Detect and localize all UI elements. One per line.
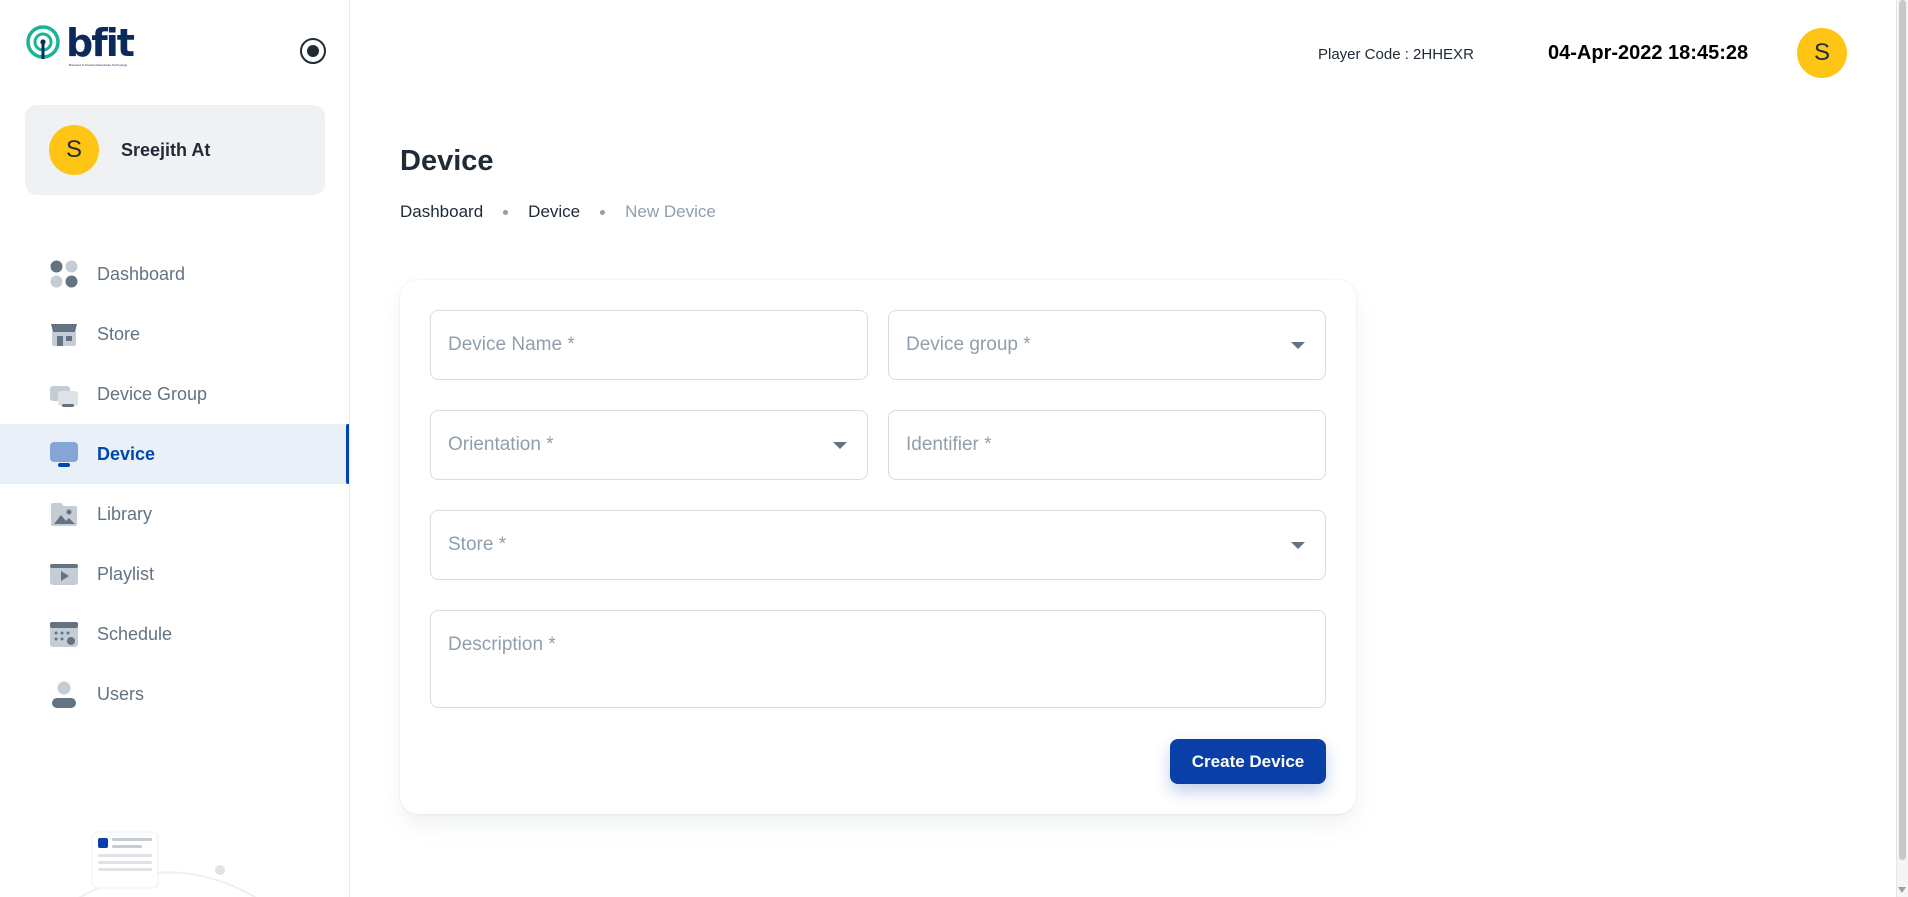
new-device-form: Device Name * Device group * Orientation…: [400, 280, 1356, 814]
sidebar-item-label: Users: [97, 683, 145, 704]
page-scrollbar[interactable]: [1896, 0, 1908, 897]
identifier-field[interactable]: Identifier *: [888, 410, 1326, 480]
breadcrumb-separator: [503, 209, 509, 215]
sidebar-item-label: Dashboard: [97, 263, 186, 284]
create-device-button[interactable]: Create Device: [1170, 739, 1326, 784]
player-code: Player Code : 2HHEXR: [1318, 46, 1474, 63]
sidebar: bfit Business & Fiscal Infrastructure Te…: [0, 0, 350, 897]
current-datetime: 04-Apr-2022 18:45:28: [1548, 42, 1749, 64]
account-card[interactable]: S Sreejith At: [25, 105, 325, 195]
device-group-icon: [50, 386, 78, 407]
sidebar-nav: Dashboard Store Device Group Device Libr…: [0, 244, 349, 724]
breadcrumb-separator: [600, 209, 606, 215]
scrollbar-thumb[interactable]: [1899, 0, 1906, 860]
breadcrumb: Dashboard Device New Device: [400, 202, 716, 222]
orientation-select[interactable]: Orientation *: [430, 410, 868, 480]
breadcrumb-new-device: New Device: [625, 202, 716, 221]
store-placeholder: Store *: [448, 534, 507, 555]
sidebar-item-label: Schedule: [97, 623, 173, 644]
scroll-down-icon[interactable]: [1898, 887, 1906, 893]
sidebar-item-label: Library: [97, 503, 153, 524]
chevron-down-icon: [833, 442, 847, 449]
radio-dot-icon: [307, 45, 319, 57]
avatar: S: [49, 125, 99, 175]
sidebar-item-label: Store: [97, 323, 141, 344]
device-name-field[interactable]: Device Name *: [430, 310, 868, 380]
sidebar-item-dashboard[interactable]: Dashboard: [0, 244, 349, 304]
sidebar-item-label: Device Group: [97, 383, 208, 404]
logo-pin-icon: [26, 25, 60, 59]
sidebar-item-schedule[interactable]: Schedule: [0, 604, 349, 664]
device-group-placeholder: Device group *: [906, 334, 1031, 355]
store-select[interactable]: Store *: [430, 510, 1326, 580]
playlist-icon: [50, 564, 78, 585]
breadcrumb-dashboard[interactable]: Dashboard: [400, 202, 483, 222]
identifier-placeholder: Identifier *: [906, 434, 992, 455]
library-icon: [51, 503, 77, 526]
schedule-icon: [50, 622, 78, 647]
chevron-down-icon: [1291, 542, 1305, 549]
description-placeholder: Description *: [448, 634, 556, 655]
sidebar-item-store[interactable]: Store: [0, 304, 349, 364]
logo-tagline: Business & Fiscal Infrastructure Technol…: [69, 63, 128, 67]
logo-wordmark: bfit: [66, 21, 135, 65]
breadcrumb-device[interactable]: Device: [528, 202, 580, 222]
device-group-select[interactable]: Device group *: [888, 310, 1326, 380]
device-name-placeholder: Device Name *: [448, 334, 575, 355]
account-name: Sreejith At: [121, 139, 211, 160]
sidebar-item-device-group[interactable]: Device Group: [0, 364, 349, 424]
store-icon: [51, 324, 77, 346]
dashboard-icon: [50, 260, 78, 288]
sidebar-illustration: [78, 831, 257, 897]
sidebar-item-library[interactable]: Library: [0, 484, 349, 544]
orientation-placeholder: Orientation *: [448, 434, 554, 455]
description-textarea[interactable]: Description *: [430, 610, 1326, 708]
users-icon: [52, 681, 76, 708]
sidebar-item-users[interactable]: Users: [0, 664, 349, 724]
page-title: Device: [400, 145, 494, 177]
sidebar-item-device[interactable]: Device: [0, 424, 349, 484]
app-logo[interactable]: bfit Business & Fiscal Infrastructure Te…: [24, 21, 135, 67]
sidebar-item-label: Playlist: [97, 563, 155, 584]
sidebar-item-label: Device: [97, 443, 156, 464]
chevron-down-icon: [1291, 342, 1305, 349]
sidebar-collapse-toggle[interactable]: [300, 38, 326, 64]
header-avatar[interactable]: S: [1797, 28, 1847, 78]
device-icon: [50, 442, 78, 467]
sidebar-item-playlist[interactable]: Playlist: [0, 544, 349, 604]
